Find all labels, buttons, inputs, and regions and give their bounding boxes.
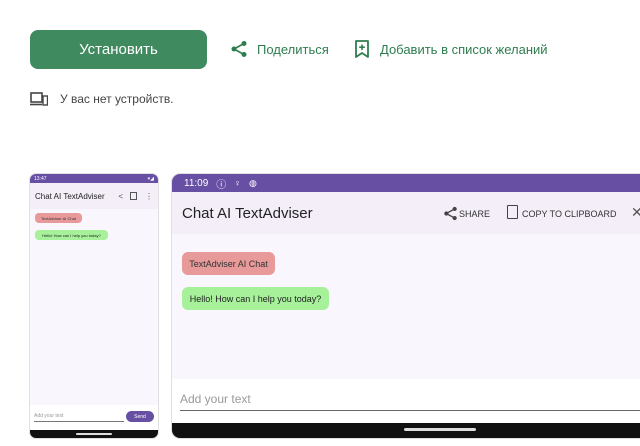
nav-bar <box>30 430 158 438</box>
share-action-label[interactable]: SHARE <box>459 209 490 219</box>
home-indicator <box>76 433 112 435</box>
copy-icon <box>507 205 518 219</box>
share-label: Поделиться <box>257 41 329 57</box>
battery-icon: ▾◢ <box>147 175 154 182</box>
install-label: Установить <box>79 41 158 58</box>
screenshot-large[interactable]: 11:09 ⓘ ♀ ◍ Chat AI TextAdviser SHARE CO… <box>172 174 640 438</box>
share-button[interactable]: Поделиться <box>229 38 329 60</box>
status-bar: 13:47 ▾◢ <box>30 174 158 183</box>
devices-icon <box>30 92 49 106</box>
send-button[interactable]: Send <box>126 411 154 422</box>
wishlist-label: Добавить в список желаний <box>380 41 548 57</box>
info-icon: ⓘ <box>216 179 227 191</box>
share-icon <box>229 39 249 59</box>
share-icon <box>443 206 458 226</box>
app-toolbar: Chat AI TextAdviser < ⋮ <box>30 183 158 209</box>
message-input[interactable]: Add your text <box>34 413 124 422</box>
chat-bubble-greeting: Hello! How can I help you today? <box>35 230 108 240</box>
app-title: Chat AI TextAdviser <box>182 205 313 222</box>
chat-bubble-greeting: Hello! How can I help you today? <box>182 287 329 310</box>
input-bar: Add your text Send <box>30 408 158 428</box>
app-toolbar: Chat AI TextAdviser SHARE COPY TO CLIPBO… <box>172 192 640 234</box>
status-bar: 11:09 ⓘ ♀ ◍ <box>172 174 640 192</box>
devices-text: У вас нет устройств. <box>60 92 174 106</box>
copy-icon <box>130 192 137 200</box>
wishlist-button[interactable]: Добавить в список желаний <box>352 38 548 60</box>
chat-area: TextAdviser AI Chat Hello! How can I hel… <box>30 209 158 405</box>
screenshot-small[interactable]: 13:47 ▾◢ Chat AI TextAdviser < ⋮ TextAdv… <box>30 174 158 438</box>
devices-notice: У вас нет устройств. <box>30 90 174 108</box>
mic-icon: ♀ <box>234 178 242 188</box>
chat-area: TextAdviser AI Chat Hello! How can I hel… <box>172 234 640 379</box>
home-indicator <box>404 428 476 431</box>
chat-bubble-app: TextAdviser AI Chat <box>35 213 82 223</box>
close-icon[interactable]: ✕ <box>631 204 640 221</box>
sync-icon: ◍ <box>249 177 257 188</box>
share-icon: < <box>118 191 123 201</box>
install-button[interactable]: Установить <box>30 30 207 69</box>
bookmark-add-icon <box>352 39 372 59</box>
more-icon: ⋮ <box>145 191 153 201</box>
copy-action-label[interactable]: COPY TO CLIPBOARD <box>522 209 617 219</box>
status-time: 11:09 <box>184 177 209 189</box>
message-input[interactable]: Add your text <box>180 392 640 411</box>
nav-bar <box>172 423 640 438</box>
app-title: Chat AI TextAdviser <box>35 191 105 201</box>
chat-bubble-app: TextAdviser AI Chat <box>182 252 275 275</box>
status-time: 13:47 <box>34 175 47 182</box>
